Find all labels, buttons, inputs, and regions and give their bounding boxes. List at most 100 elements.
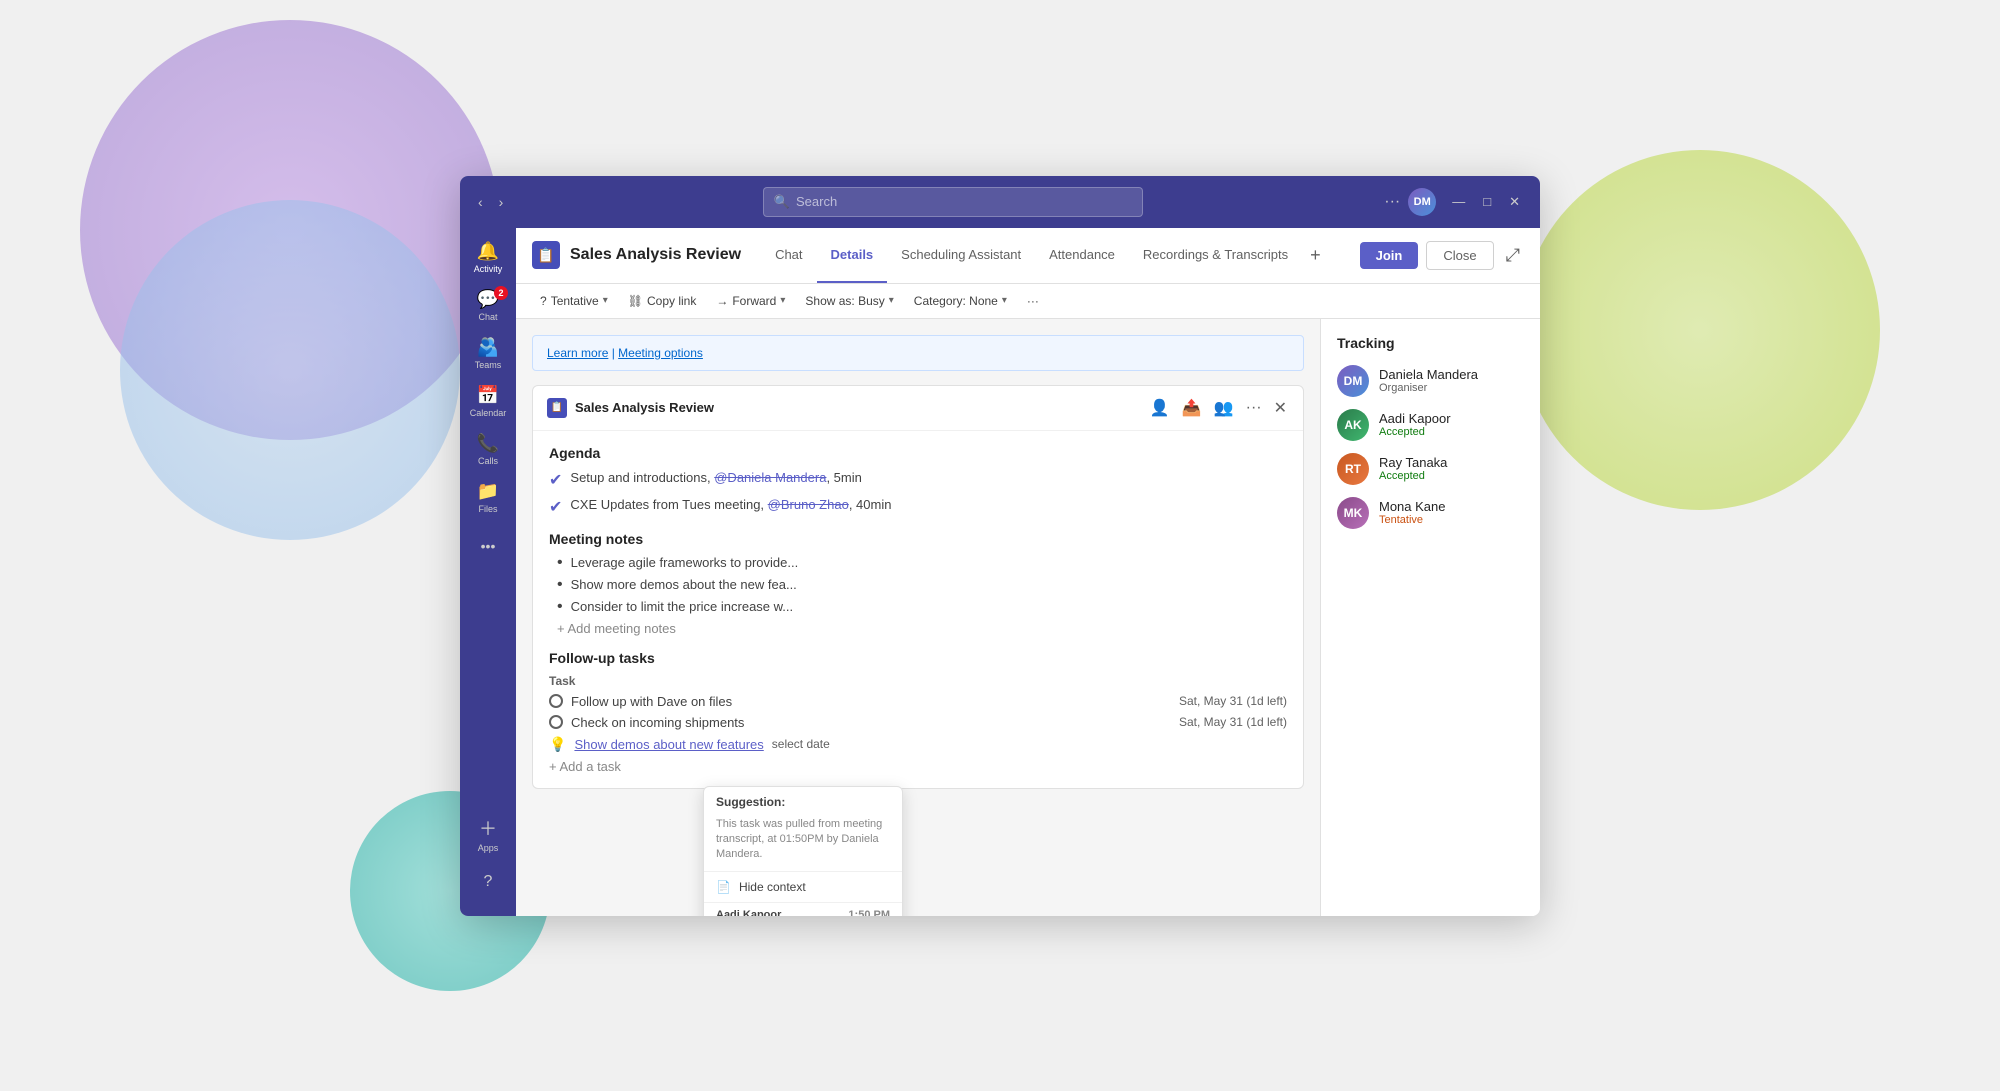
tab-details[interactable]: Details [817, 228, 888, 284]
category-button[interactable]: Category: None ▾ [906, 290, 1015, 312]
tab-attendance[interactable]: Attendance [1035, 228, 1129, 284]
back-button[interactable]: ‹ [472, 190, 489, 214]
maximize-button[interactable]: □ [1475, 190, 1499, 214]
tab-add-button[interactable]: + [1302, 228, 1329, 284]
category-label: Category: None [914, 294, 998, 308]
followup-title: Follow-up tasks [549, 650, 1287, 666]
show-as-chevron-icon: ▾ [889, 295, 894, 306]
meeting-body: Learn more | Meeting options 📋 Sales Ana… [516, 319, 1320, 916]
more-icon: ••• [481, 538, 496, 554]
sidebar-item-calls[interactable]: 📞 Calls [466, 428, 510, 472]
content-area: Learn more | Meeting options 📋 Sales Ana… [516, 319, 1540, 916]
tracking-person-0: DM Daniela Mandera Organiser [1337, 365, 1524, 397]
sidebar-files-label: Files [478, 504, 497, 514]
tentative-chevron-icon: ▾ [603, 295, 608, 306]
task-header: Task [549, 674, 1287, 688]
tab-recordings[interactable]: Recordings & Transcripts [1129, 228, 1302, 284]
forward-button[interactable]: → Forward ▾ [708, 290, 793, 312]
tentative-button[interactable]: ? Tentative ▾ [532, 290, 616, 312]
person-avatar-2: RT [1337, 453, 1369, 485]
link-icon: ⛓ [628, 294, 643, 308]
category-chevron-icon: ▾ [1002, 295, 1007, 306]
sidebar-item-apps[interactable]: ＋ Apps [466, 812, 510, 856]
card-avatar-button[interactable]: 👤 [1148, 396, 1172, 420]
suggestion-task-label[interactable]: Show demos about new features [574, 737, 763, 752]
show-as-button[interactable]: Show as: Busy ▾ [797, 290, 901, 312]
meeting-icon: 📋 [532, 241, 560, 269]
titlebar: ‹ › 🔍 ··· DM — □ ✕ [460, 176, 1540, 228]
note-item-2: • Consider to limit the price increase w… [549, 599, 1287, 615]
sidebar-chat-label: Chat [478, 312, 497, 322]
tracking-person-1: AK Aadi Kapoor Accepted [1337, 409, 1524, 441]
window-close-button[interactable]: ✕ [1501, 190, 1528, 214]
meeting-options-link[interactable]: Meeting options [618, 346, 703, 360]
sidebar-item-teams[interactable]: 🫂 Teams [466, 332, 510, 376]
card-header: 📋 Sales Analysis Review 👤 📤 👥 ··· ✕ [533, 386, 1303, 431]
apps-icon: ＋ [479, 815, 497, 841]
sidebar-item-help[interactable]: ? [466, 860, 510, 904]
titlebar-nav: ‹ › [472, 190, 509, 214]
card-people-button[interactable]: 👥 [1212, 396, 1236, 420]
more-options-button[interactable]: ··· [1384, 193, 1400, 211]
bg-blob-green [1520, 150, 1880, 510]
task-radio-0[interactable] [549, 694, 563, 708]
meeting-header-actions: Join Close ⤢ [1360, 241, 1524, 270]
calendar-icon: 📅 [477, 385, 499, 406]
person-name-3: Mona Kane [1379, 499, 1524, 514]
card-actions: 👤 📤 👥 ··· ✕ [1148, 396, 1289, 420]
agenda-check-1: ✔ [549, 497, 562, 517]
suggestion-header: Suggestion: [704, 787, 902, 817]
person-status-3: Tentative [1379, 514, 1524, 526]
card-more-button[interactable]: ··· [1244, 397, 1264, 419]
learn-more-link[interactable]: Learn more [547, 346, 608, 360]
person-avatar-0: DM [1337, 365, 1369, 397]
meeting-header: 📋 Sales Analysis Review Chat Details Sch… [516, 228, 1540, 284]
forward-button[interactable]: › [493, 190, 510, 214]
tab-scheduling[interactable]: Scheduling Assistant [887, 228, 1035, 284]
search-input[interactable] [796, 194, 1132, 209]
sidebar-item-more[interactable]: ••• [466, 524, 510, 568]
window-controls: — □ ✕ [1444, 190, 1528, 214]
copy-link-button[interactable]: ⛓ Copy link [620, 290, 705, 312]
avatar: DM [1408, 188, 1436, 216]
person-name-2: Ray Tanaka [1379, 455, 1524, 470]
bullet-icon-0: • [557, 555, 563, 571]
share-button[interactable]: ⤢ [1502, 241, 1524, 270]
sidebar: 🔔 Activity 💬 Chat 2 🫂 Teams 📅 Calendar 📞… [460, 228, 516, 916]
add-note-button[interactable]: + Add meeting notes [549, 621, 1287, 636]
person-status-0: Organiser [1379, 382, 1524, 394]
person-info-0: Daniela Mandera Organiser [1379, 367, 1524, 394]
suggestion-popup: Suggestion: This task was pulled from me… [703, 786, 903, 916]
close-meeting-button[interactable]: Close [1426, 241, 1493, 270]
search-box: 🔍 [763, 187, 1143, 217]
sidebar-item-calendar[interactable]: 📅 Calendar [466, 380, 510, 424]
add-task-button[interactable]: + Add a task [549, 759, 1287, 774]
tab-chat[interactable]: Chat [761, 228, 816, 284]
sidebar-item-files[interactable]: 📁 Files [466, 476, 510, 520]
person-name-0: Daniela Mandera [1379, 367, 1524, 382]
task-suggestion: 💡 Show demos about new features select d… [549, 736, 1287, 753]
card-close-button[interactable]: ✕ [1272, 396, 1289, 420]
join-button[interactable]: Join [1360, 242, 1419, 269]
agenda-title: Agenda [549, 445, 1287, 461]
card-share-button[interactable]: 📤 [1180, 396, 1204, 420]
app-body: 🔔 Activity 💬 Chat 2 🫂 Teams 📅 Calendar 📞… [460, 228, 1540, 916]
card-body: Agenda ✔ Setup and introductions, @Danie… [533, 431, 1303, 788]
suggestion-subtext: This task was pulled from meeting transc… [704, 817, 902, 872]
sidebar-item-chat[interactable]: 💬 Chat 2 [466, 284, 510, 328]
hide-context-button[interactable]: 📄 Hide context [704, 872, 902, 903]
sidebar-item-activity[interactable]: 🔔 Activity [466, 236, 510, 280]
tracking-title: Tracking [1337, 335, 1524, 351]
more-toolbar-button[interactable]: ··· [1019, 290, 1047, 312]
agenda-check-0: ✔ [549, 470, 562, 490]
task-radio-1[interactable] [549, 715, 563, 729]
person-name-1: Aadi Kapoor [1379, 411, 1524, 426]
show-as-label: Show as: Busy [805, 294, 884, 308]
sidebar-calls-label: Calls [478, 456, 498, 466]
document-icon: 📄 [716, 880, 731, 894]
person-info-2: Ray Tanaka Accepted [1379, 455, 1524, 482]
bullet-icon-1: • [557, 577, 563, 593]
transcript-name-0: Aadi Kapoor [716, 909, 781, 916]
minimize-button[interactable]: — [1444, 190, 1473, 214]
copy-link-label: Copy link [647, 294, 696, 308]
